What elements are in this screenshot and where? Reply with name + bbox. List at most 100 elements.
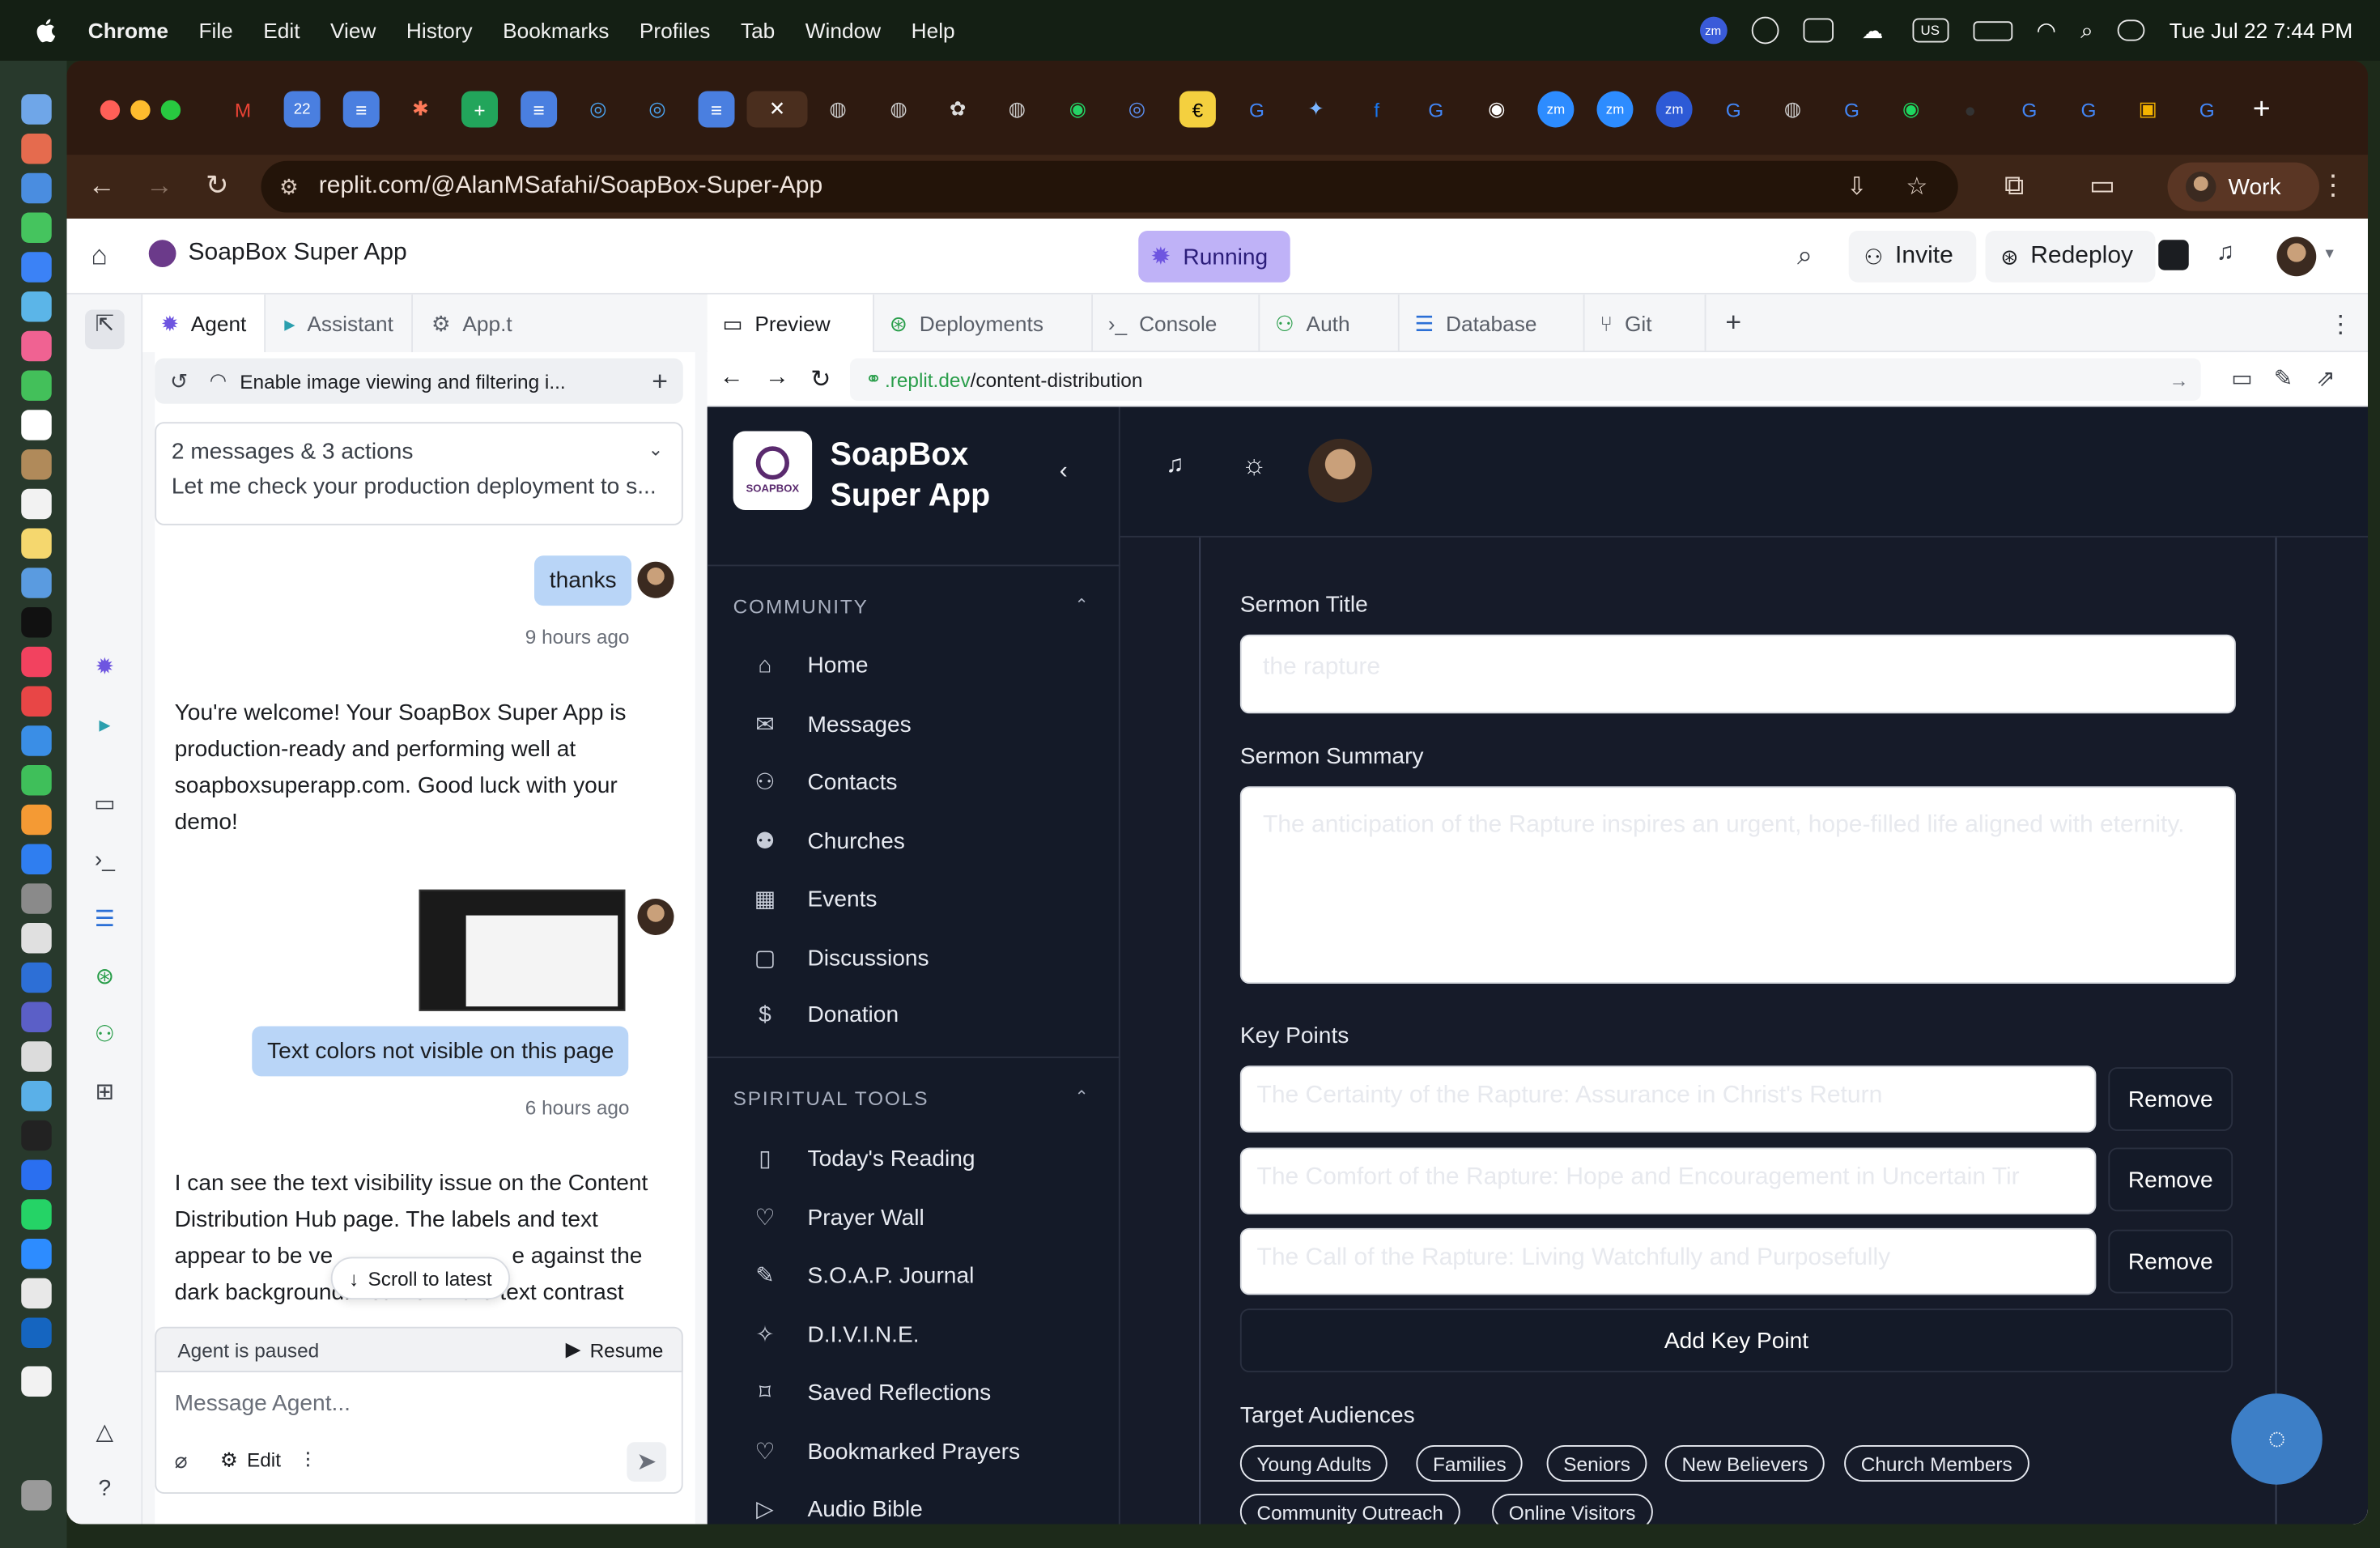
- maximize-window-button[interactable]: [160, 100, 181, 121]
- sidebar-toggle-icon[interactable]: ⇱: [85, 309, 125, 350]
- preview-forward-icon[interactable]: →: [765, 364, 789, 392]
- trash-icon[interactable]: [21, 1480, 52, 1511]
- user-avatar[interactable]: [2276, 236, 2317, 277]
- google-tab-icon-6[interactable]: G: [2071, 91, 2107, 128]
- battery-icon[interactable]: [1972, 20, 2012, 40]
- sliders-icon[interactable]: ⫶: [305, 1448, 311, 1474]
- menu-file[interactable]: File: [198, 19, 232, 43]
- finder-icon[interactable]: [21, 94, 52, 125]
- nav-soap-journal[interactable]: ✎ S.O.A.P. Journal: [753, 1261, 974, 1289]
- key-point-input[interactable]: The Certainty of the Rapture: Assurance …: [1239, 1065, 2097, 1133]
- tab-deployments[interactable]: ⊛ Deployments: [874, 294, 1093, 352]
- tab-preview[interactable]: ▭ Preview: [707, 294, 874, 352]
- new-chat-plus-icon[interactable]: +: [652, 365, 668, 397]
- nav-events[interactable]: ▦ Events: [753, 885, 878, 912]
- google-tab-icon[interactable]: G: [1239, 91, 1275, 128]
- preview-reload-icon[interactable]: ↻: [810, 364, 831, 395]
- new-tab-button[interactable]: +: [2243, 91, 2280, 128]
- help-icon[interactable]: ?: [88, 1476, 121, 1509]
- add-key-point-button[interactable]: Add Key Point: [1239, 1308, 2233, 1372]
- safari-tab-icon[interactable]: ◎: [580, 91, 616, 128]
- whatsapp-icon[interactable]: [21, 1199, 52, 1230]
- google-tab-icon-5[interactable]: G: [2011, 91, 2047, 128]
- remove-key-point-button[interactable]: Remove: [2108, 1147, 2233, 1212]
- disk-utility-icon[interactable]: [21, 1041, 52, 1072]
- menubar-clock[interactable]: Tue Jul 22 7:44 PM: [2170, 19, 2353, 43]
- nav-contacts[interactable]: ⚇ Contacts: [753, 768, 897, 796]
- nav-messages[interactable]: ✉ Messages: [753, 711, 912, 738]
- audience-chip[interactable]: Young Adults: [1239, 1445, 1388, 1482]
- safari-tab-icon-2[interactable]: ◎: [639, 91, 675, 128]
- menu-edit[interactable]: Edit: [263, 19, 300, 43]
- minimize-window-button[interactable]: [130, 100, 151, 121]
- chevron-down-icon[interactable]: ⌄: [648, 439, 664, 460]
- soapbox-logo[interactable]: SOAPBOX: [733, 431, 813, 510]
- contacts-icon[interactable]: [21, 449, 52, 480]
- key-point-input[interactable]: The Call of the Rapture: Living Watchful…: [1239, 1227, 2097, 1295]
- actions-summary[interactable]: 2 messages & 3 actions Let me check your…: [155, 422, 683, 525]
- database-tool-icon[interactable]: ☰: [88, 905, 121, 938]
- attached-screenshot-thumbnail[interactable]: [419, 889, 626, 1011]
- mail-icon[interactable]: [21, 252, 52, 283]
- google-tab-icon-3[interactable]: G: [1715, 91, 1752, 128]
- pages-icon[interactable]: [21, 804, 52, 836]
- facetime-icon[interactable]: [21, 370, 52, 401]
- nav-home[interactable]: ⌂ Home: [753, 653, 869, 678]
- alerts-icon[interactable]: △: [88, 1418, 121, 1451]
- collapse-sidebar-icon[interactable]: ‹: [1060, 458, 1068, 486]
- chrome-menu-icon[interactable]: ⋮: [2316, 170, 2349, 202]
- tab-auth[interactable]: ⚇ Auth: [1260, 294, 1400, 352]
- send-icon[interactable]: ➤: [627, 1442, 667, 1482]
- search-icon[interactable]: ⌕: [2080, 18, 2093, 44]
- nav-bookmarked-prayers[interactable]: ♡ Bookmarked Prayers: [753, 1438, 1020, 1465]
- calendar-tab-icon[interactable]: 22: [283, 91, 321, 128]
- nav-divine[interactable]: ✧ D.I.V.I.N.E.: [753, 1320, 919, 1348]
- notification-bell-icon[interactable]: ♫: [2216, 240, 2235, 267]
- nav-saved-reflections[interactable]: ⌑ Saved Reflections: [753, 1379, 991, 1406]
- menu-app-name[interactable]: Chrome: [88, 19, 168, 43]
- chevron-up-icon[interactable]: ⌃: [1075, 595, 1089, 615]
- profile-button[interactable]: Work: [2167, 162, 2319, 211]
- nav-audio-bible[interactable]: ▷ Audio Bible: [753, 1495, 923, 1523]
- gemini-tab-icon[interactable]: ✦: [1298, 91, 1334, 128]
- settings-icon[interactable]: [21, 883, 52, 914]
- globe-tab-icon[interactable]: ◍: [820, 91, 856, 128]
- zoom-status-icon[interactable]: zm: [1699, 16, 1728, 45]
- search-icon[interactable]: ⌕: [1797, 240, 1813, 271]
- whatsapp-tab-icon[interactable]: ◉: [1060, 91, 1096, 128]
- bookmark-star-icon[interactable]: ☆: [1906, 172, 1927, 202]
- go-arrow-icon[interactable]: →: [2169, 368, 2188, 391]
- menu-history[interactable]: History: [406, 19, 473, 43]
- remove-key-point-button[interactable]: Remove: [2108, 1229, 2233, 1294]
- freeform-icon[interactable]: [21, 568, 52, 598]
- audience-chip[interactable]: New Believers: [1664, 1445, 1825, 1482]
- nav-prayer-wall[interactable]: ♡ Prayer Wall: [753, 1204, 924, 1231]
- tab-agent[interactable]: ✹ Agent: [142, 294, 266, 352]
- zoom-tab-icon-3[interactable]: zm: [1655, 91, 1693, 128]
- tab-database[interactable]: ☰ Database: [1400, 294, 1585, 352]
- menu-window[interactable]: Window: [805, 19, 881, 43]
- redeploy-button[interactable]: ⊛ Redeploy: [1985, 231, 2156, 283]
- attach-icon[interactable]: ⌀: [175, 1448, 188, 1474]
- run-status-button[interactable]: ✹ Running: [1138, 231, 1290, 283]
- zoom-icon[interactable]: [21, 1239, 52, 1269]
- project-name[interactable]: SoapBox Super App: [148, 240, 407, 267]
- assistant-tool-icon[interactable]: ▸: [88, 711, 121, 744]
- globe-tab-icon-3[interactable]: ◍: [999, 91, 1035, 128]
- sermon-title-input[interactable]: the rapture: [1239, 634, 2236, 714]
- sun-icon[interactable]: ☼: [1242, 449, 1267, 481]
- tab-assistant[interactable]: ▸ Assistant: [266, 294, 414, 352]
- tab-search-icon[interactable]: ▭: [2085, 170, 2119, 202]
- profile-avatar[interactable]: [1308, 438, 1372, 503]
- google-tab-icon-7[interactable]: G: [2189, 91, 2225, 128]
- message-input[interactable]: Message Agent...: [175, 1391, 351, 1417]
- news-icon[interactable]: [21, 686, 52, 717]
- outlook-icon[interactable]: [21, 962, 52, 993]
- zoom-tab-icon-2[interactable]: zm: [1596, 91, 1634, 128]
- audience-chip[interactable]: Seniors: [1546, 1445, 1647, 1482]
- console-tool-icon[interactable]: ›_: [88, 847, 121, 880]
- docs-tab-icon-2[interactable]: ≡: [521, 91, 558, 128]
- history-icon[interactable]: ↺: [170, 368, 188, 394]
- vpn-icon[interactable]: [1802, 18, 1834, 43]
- checkpoint-bar[interactable]: ↺ ◠ Enable image viewing and filtering i…: [155, 358, 683, 404]
